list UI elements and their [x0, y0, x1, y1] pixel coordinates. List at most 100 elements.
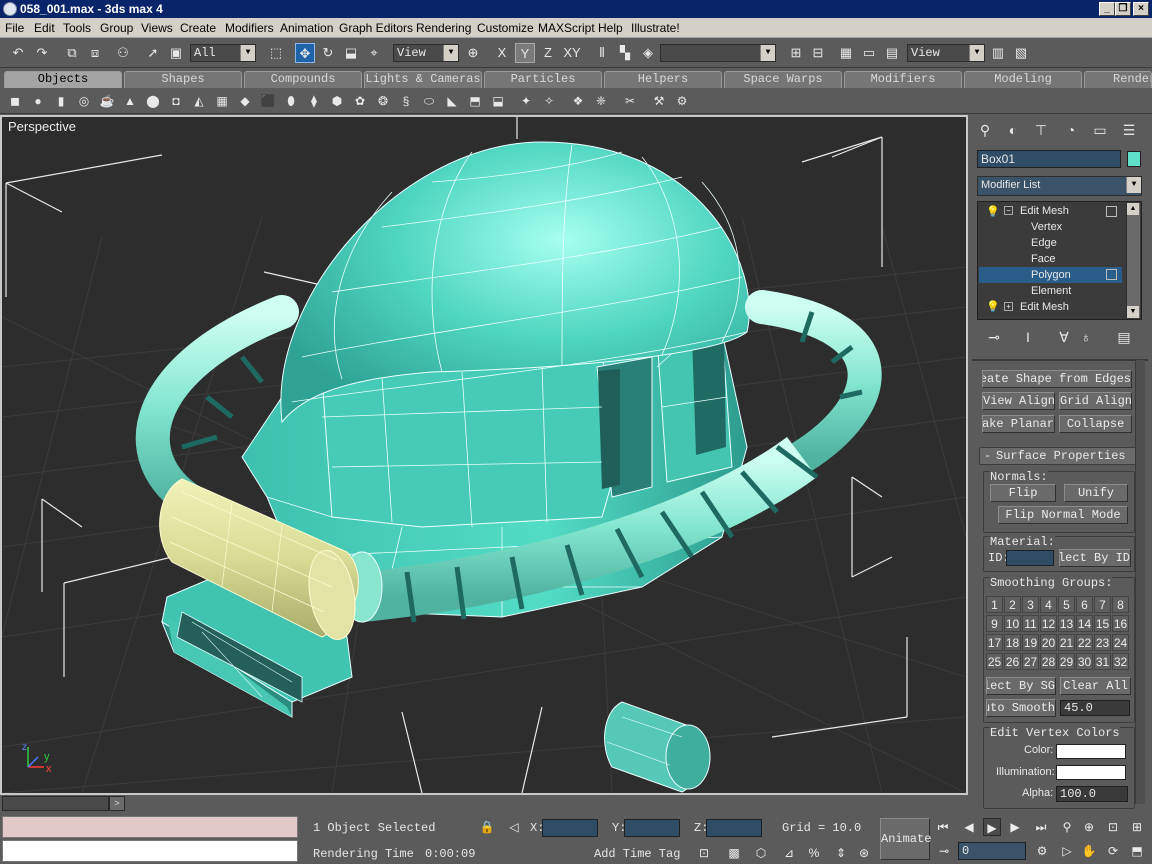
maxscript-output[interactable] — [2, 840, 298, 862]
connect-icon[interactable]: ❖ — [570, 93, 586, 109]
zoom-extents-icon[interactable]: ⊡ — [1104, 818, 1122, 836]
collapse-button[interactable]: Collapse — [1059, 415, 1132, 433]
auto-smooth-threshold[interactable]: 45.0 — [1060, 700, 1130, 716]
tab-render[interactable]: Render — [1084, 71, 1152, 88]
smoothing-group-9[interactable]: 9 — [986, 615, 1003, 632]
object-name-field[interactable]: Box01 — [977, 150, 1121, 168]
hierarchy-tab-icon[interactable]: ⊤ — [1031, 120, 1051, 140]
conform-icon[interactable]: ✂ — [622, 93, 638, 109]
menu-views[interactable]: Views — [141, 21, 173, 35]
menu-modifiers[interactable]: Modifiers — [225, 21, 274, 35]
modifier-list-dropdown[interactable]: Modifier List ▼ — [977, 176, 1142, 196]
cone-icon[interactable]: ▲ — [122, 93, 138, 109]
select-scale-icon[interactable]: ⬓ — [341, 43, 361, 63]
shapemerge-icon[interactable]: ❈ — [593, 93, 609, 109]
key-mode-icon[interactable]: ⊸ — [935, 842, 953, 860]
mesher-icon[interactable]: ⚙ — [674, 93, 690, 109]
stack-item-toggle[interactable] — [1106, 269, 1117, 280]
maximize-viewport-icon[interactable]: ⬒ — [1128, 842, 1146, 860]
box-icon[interactable]: ◼ — [7, 93, 23, 109]
smoothing-group-21[interactable]: 21 — [1058, 634, 1075, 651]
stack-item-edge[interactable]: Edge — [1031, 237, 1057, 249]
stack-item-vertex[interactable]: Vertex — [1031, 221, 1062, 233]
tab-objects[interactable]: Objects — [4, 71, 122, 88]
expand-icon[interactable]: + — [1004, 302, 1013, 311]
c-ext-icon[interactable]: ⬓ — [490, 93, 506, 109]
create-tab-icon[interactable]: ⚲ — [975, 120, 995, 140]
smoothing-group-15[interactable]: 15 — [1094, 615, 1111, 632]
maxscript-listener-input[interactable] — [2, 816, 298, 838]
smoothing-group-6[interactable]: 6 — [1076, 596, 1093, 613]
go-to-end-icon[interactable]: ⏭ — [1032, 818, 1050, 836]
animate-button[interactable]: Animate — [880, 818, 931, 860]
lock-icon[interactable]: 🔒 — [478, 818, 496, 836]
small-cylinder[interactable] — [604, 701, 711, 793]
mirror-icon[interactable]: ⫴ — [592, 43, 612, 63]
l-ext-icon[interactable]: ⬒ — [467, 93, 483, 109]
scroll-down-icon[interactable]: ▼ — [1127, 306, 1139, 318]
prism-icon[interactable]: ◣ — [444, 93, 460, 109]
gengon-icon[interactable]: ⬢ — [329, 93, 345, 109]
material-editor-icon[interactable]: ▦ — [836, 43, 856, 63]
collapse-icon[interactable]: − — [1004, 206, 1013, 215]
smoothing-group-8[interactable]: 8 — [1112, 596, 1129, 613]
smoothing-group-3[interactable]: 3 — [1022, 596, 1039, 613]
terrain-icon[interactable]: ⚒ — [651, 93, 667, 109]
stack-item-edit-mesh-2[interactable]: Edit Mesh — [1020, 301, 1069, 313]
smoothing-group-19[interactable]: 19 — [1022, 634, 1039, 651]
maximize-button[interactable]: ❐ — [1115, 2, 1131, 16]
flip-button[interactable]: Flip — [990, 484, 1056, 502]
undo-icon[interactable]: ↶ — [8, 43, 28, 63]
create-shape-button[interactable]: Create Shape from Edges — [982, 370, 1132, 388]
surface-properties-rollout-header[interactable]: - Surface Properties — [979, 447, 1137, 465]
unify-button[interactable]: Unify — [1064, 484, 1128, 502]
select-by-name-icon[interactable]: ▣ — [166, 43, 186, 63]
vfb-icon[interactable]: ▧ — [1011, 43, 1031, 63]
add-time-tag[interactable]: Add Time Tag — [594, 847, 680, 861]
time-slider-track[interactable] — [2, 796, 109, 811]
unlink-icon[interactable]: ⧈ — [85, 43, 105, 63]
smoothing-group-16[interactable]: 16 — [1112, 615, 1129, 632]
link-icon[interactable]: ⧉ — [62, 43, 82, 63]
time-config-icon[interactable]: ⚙ — [1033, 842, 1051, 860]
modify-tab-icon[interactable]: ◐ — [1003, 120, 1023, 140]
teapot-icon[interactable]: ☕ — [99, 93, 115, 109]
schematic-view-icon[interactable]: ⊟ — [808, 43, 828, 63]
smoothing-group-26[interactable]: 26 — [1004, 653, 1021, 670]
menu-maxscript[interactable]: MAXScript — [538, 21, 595, 35]
view-align-button[interactable]: View Align — [982, 392, 1055, 410]
make-planar-button[interactable]: Make Planar — [982, 415, 1055, 433]
viewport-label[interactable]: Perspective — [8, 119, 76, 134]
x-coord-field[interactable] — [542, 819, 598, 837]
menu-help[interactable]: Help — [598, 21, 623, 35]
named-selection-dropdown[interactable]: ▼ — [660, 44, 776, 62]
smoothing-group-4[interactable]: 4 — [1040, 596, 1057, 613]
play-icon[interactable]: ▶ — [983, 818, 1001, 836]
arc-rotate-icon[interactable]: ⟳ — [1104, 842, 1122, 860]
tab-compounds[interactable]: Compounds — [244, 71, 362, 88]
smoothing-group-29[interactable]: 29 — [1058, 653, 1075, 670]
plane-icon[interactable]: ▦ — [214, 93, 230, 109]
select-by-id-button[interactable]: Select By ID — [1059, 549, 1131, 567]
menu-edit[interactable]: Edit — [34, 21, 55, 35]
restrict-xy-button[interactable]: XY — [561, 43, 583, 63]
smoothing-group-5[interactable]: 5 — [1058, 596, 1075, 613]
smoothing-group-24[interactable]: 24 — [1112, 634, 1129, 651]
make-unique-icon[interactable]: ∀ — [1054, 327, 1074, 347]
3d-snap-icon[interactable]: ⬡ — [752, 844, 770, 862]
percent-snap-icon[interactable]: % — [805, 844, 823, 862]
cylinder-icon[interactable]: ▮ — [53, 93, 69, 109]
smoothing-group-2[interactable]: 2 — [1004, 596, 1021, 613]
sphere-icon[interactable]: ● — [30, 93, 46, 109]
bulb-icon[interactable]: 💡 — [986, 300, 1000, 313]
spindle-icon[interactable]: ⧫ — [306, 93, 322, 109]
remove-modifier-icon[interactable]: ♁ — [1076, 327, 1096, 347]
capsule-icon[interactable]: ⬭ — [421, 93, 437, 109]
torus-icon[interactable]: ◎ — [76, 93, 92, 109]
auto-smooth-button[interactable]: Auto Smooth — [986, 699, 1056, 717]
smoothing-group-18[interactable]: 18 — [1004, 634, 1021, 651]
flip-normal-mode-button[interactable]: Flip Normal Mode — [998, 506, 1128, 524]
restrict-x-button[interactable]: X — [492, 43, 512, 63]
y-coord-field[interactable] — [624, 819, 680, 837]
array-icon[interactable]: ▚ — [615, 43, 635, 63]
